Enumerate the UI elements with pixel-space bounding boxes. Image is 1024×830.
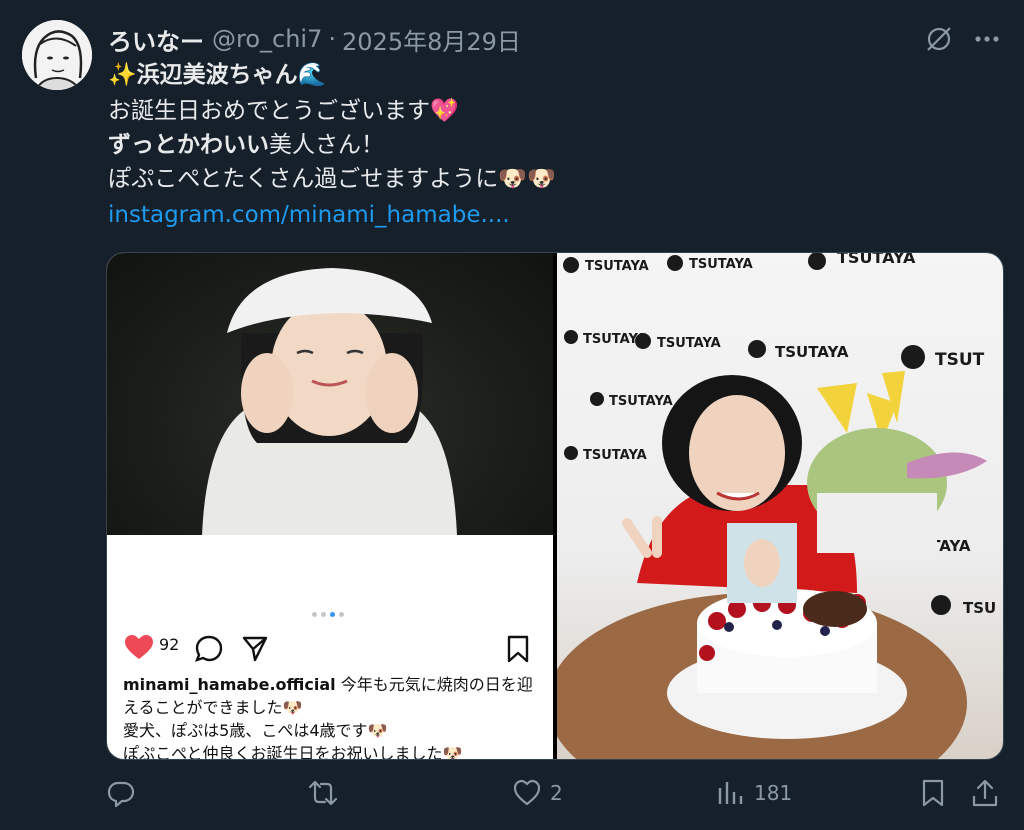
avatar-image	[22, 20, 92, 90]
svg-text:TSUTAYA: TSUTAYA	[775, 343, 849, 361]
display-name[interactable]: ろいなー	[108, 22, 204, 57]
media-grid: 92 minami_hamabe.official 今年も元気に焼肉の日を迎える…	[106, 252, 1004, 760]
ig-caption-text-3: ぽぷこぺと仲良くお誕生日をお祝いしました🐶	[123, 744, 463, 760]
share-button[interactable]	[970, 778, 1000, 808]
svg-text:TSUTAYA: TSUTAYA	[609, 394, 673, 409]
heart-icon[interactable]	[125, 635, 153, 661]
tweet-text-bold: ずっとかわいい	[108, 132, 269, 158]
views-button[interactable]: 181	[716, 778, 792, 808]
comment-icon[interactable]	[195, 635, 223, 663]
reply-icon	[107, 781, 135, 808]
share-upload-icon	[972, 779, 998, 807]
views-count: 181	[754, 781, 793, 805]
action-bar: 2 181	[0, 778, 1024, 818]
bookmark-icon	[922, 779, 944, 807]
media-image-2[interactable]: TSUTAYA TSUTAYA TSUTAYA TSUTAYA TSUTAYA …	[547, 253, 1003, 759]
post-date[interactable]: 2025年8月29日	[342, 22, 521, 57]
ig-caption: minami_hamabe.official 今年も元気に焼肉の日を迎えることが…	[123, 673, 543, 760]
retweet-icon	[308, 780, 338, 806]
like-count: 2	[550, 781, 563, 805]
tweet-text-line-4: ぽぷこぺとたくさん過ごせますように🐶🐶	[108, 166, 556, 192]
tweet-link[interactable]: instagram.com/minami_hamabe....	[108, 198, 510, 232]
backdrop-brand-text: TSUTAYA	[585, 259, 649, 274]
handle[interactable]: @ro_chi7	[212, 25, 322, 53]
svg-text:TSUTAYA: TSUTAYA	[689, 257, 753, 272]
portrait-illustration	[202, 268, 457, 535]
carousel-dot-active	[330, 612, 335, 617]
ig-caption-text-2: 愛犬、ぽぷは5歳、こぺは4歳です🐶	[123, 721, 388, 740]
instagram-photo	[107, 253, 553, 535]
avatar[interactable]	[22, 20, 92, 90]
grok-icon[interactable]	[922, 22, 956, 56]
birthday-photo: TSUTAYA TSUTAYA TSUTAYA TSUTAYA TSUTAYA …	[547, 253, 996, 759]
carousel-dot	[339, 612, 344, 617]
views-bar-icon	[718, 782, 743, 804]
svg-text:TSUTAYA: TSUTAYA	[837, 253, 916, 267]
like-heart-icon	[513, 779, 541, 806]
tweet-text-line-1: ✨浜辺美波ちゃん🌊	[108, 62, 327, 88]
post-header: ろいなー @ro_chi7 · 2025年8月29日	[108, 22, 521, 56]
save-icon[interactable]	[505, 635, 531, 663]
tweet-text-line-3: ずっとかわいい美人さん！	[108, 128, 384, 162]
svg-text:TSU: TSU	[963, 599, 996, 617]
like-button[interactable]: 2	[512, 778, 563, 808]
carousel-dot	[321, 612, 326, 617]
separator-dot: ·	[328, 25, 337, 53]
carousel-dot	[312, 612, 317, 617]
retweet-button[interactable]	[308, 778, 346, 808]
tweet-text-rest: 美人さん！	[269, 132, 384, 158]
media-image-1[interactable]: 92 minami_hamabe.official 今年も元気に焼肉の日を迎える…	[107, 253, 553, 759]
carousel-indicator	[312, 612, 344, 617]
reply-button[interactable]	[106, 778, 144, 808]
ig-like-count: 92	[159, 635, 180, 654]
svg-text:TSUTAYA: TSUTAYA	[657, 336, 721, 351]
svg-text:TSUTAYA: TSUTAYA	[583, 448, 647, 463]
svg-text:TSUT: TSUT	[935, 350, 985, 370]
bookmark-button[interactable]	[918, 778, 948, 808]
share-icon[interactable]	[241, 635, 269, 663]
tweet-text-line-2: お誕生日おめでとうございます💖	[108, 98, 459, 124]
ig-caption-user[interactable]: minami_hamabe.official	[123, 675, 336, 694]
more-options-icon[interactable]	[970, 22, 1004, 56]
